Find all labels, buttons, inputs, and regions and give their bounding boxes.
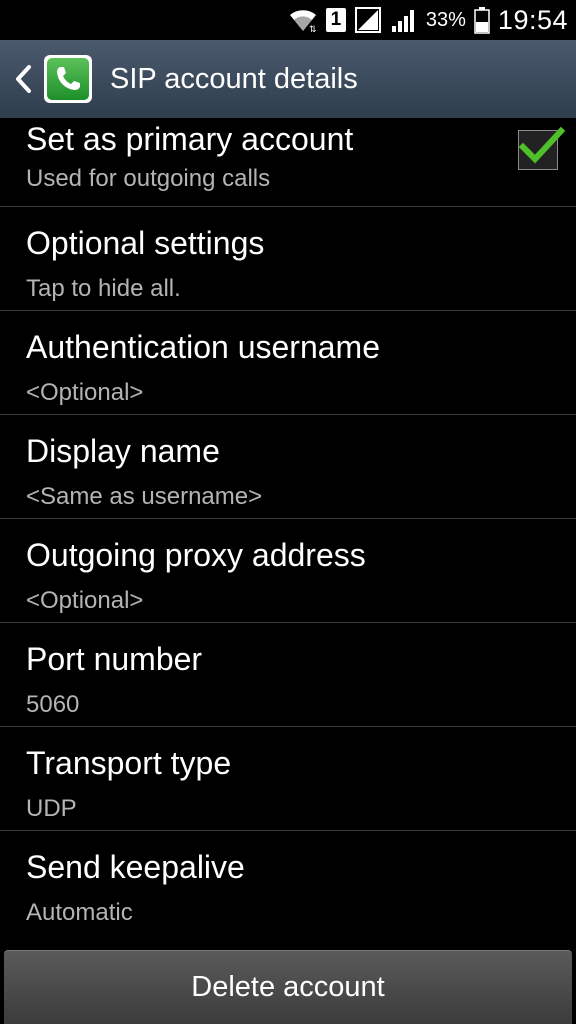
settings-list: Set as primary account Used for outgoing… — [0, 118, 576, 935]
status-bar: ⇅ 1 33% 19:54 — [0, 0, 576, 40]
sim-icon: 1 — [325, 0, 346, 40]
setting-title: Send keepalive — [26, 849, 245, 885]
primary-account-checkbox[interactable] — [518, 126, 565, 170]
setting-subtitle: <Optional> — [26, 379, 144, 406]
setting-port-number[interactable]: Port number 5060 — [0, 623, 576, 727]
action-bar: SIP account details — [0, 40, 576, 118]
delete-account-button[interactable]: Delete account — [4, 950, 572, 1024]
back-button[interactable] — [0, 40, 34, 118]
setting-display-name[interactable]: Display name <Same as username> — [0, 415, 576, 519]
setting-title: Port number — [26, 641, 203, 677]
setting-subtitle: UDP — [26, 795, 77, 822]
setting-primary-account[interactable]: Set as primary account Used for outgoing… — [0, 118, 576, 207]
page-title: SIP account details — [110, 62, 358, 95]
signal-icon — [390, 0, 418, 40]
battery-percent: 33% — [425, 8, 466, 31]
chevron-left-icon — [16, 65, 31, 93]
checkmark-icon — [518, 126, 565, 164]
battery-icon — [474, 0, 490, 40]
setting-subtitle: Tap to hide all. — [26, 275, 181, 302]
phone-icon[interactable] — [44, 55, 92, 103]
setting-outgoing-proxy[interactable]: Outgoing proxy address <Optional> — [0, 519, 576, 623]
setting-auth-username[interactable]: Authentication username <Optional> — [0, 311, 576, 415]
setting-subtitle: <Optional> — [26, 587, 144, 614]
setting-title: Outgoing proxy address — [26, 537, 366, 573]
setting-subtitle: Automatic — [26, 899, 133, 926]
sim-label: 1 — [325, 8, 346, 32]
setting-title: Set as primary account — [26, 121, 354, 157]
setting-title: Optional settings — [26, 225, 265, 261]
svg-text:⇅: ⇅ — [309, 24, 317, 33]
setting-title: Authentication username — [26, 329, 380, 365]
setting-subtitle: <Same as username> — [26, 483, 263, 510]
clock: 19:54 — [497, 4, 568, 35]
setting-subtitle: 5060 — [26, 691, 80, 718]
setting-title: Transport type — [26, 745, 232, 781]
setting-subtitle: Used for outgoing calls — [26, 165, 271, 192]
no-signal-icon — [354, 0, 382, 40]
setting-optional-settings[interactable]: Optional settings Tap to hide all. — [0, 207, 576, 311]
setting-send-keepalive[interactable]: Send keepalive Automatic — [0, 831, 576, 935]
wifi-icon: ⇅ — [288, 0, 318, 40]
setting-title: Display name — [26, 433, 220, 469]
setting-transport-type[interactable]: Transport type UDP — [0, 727, 576, 831]
